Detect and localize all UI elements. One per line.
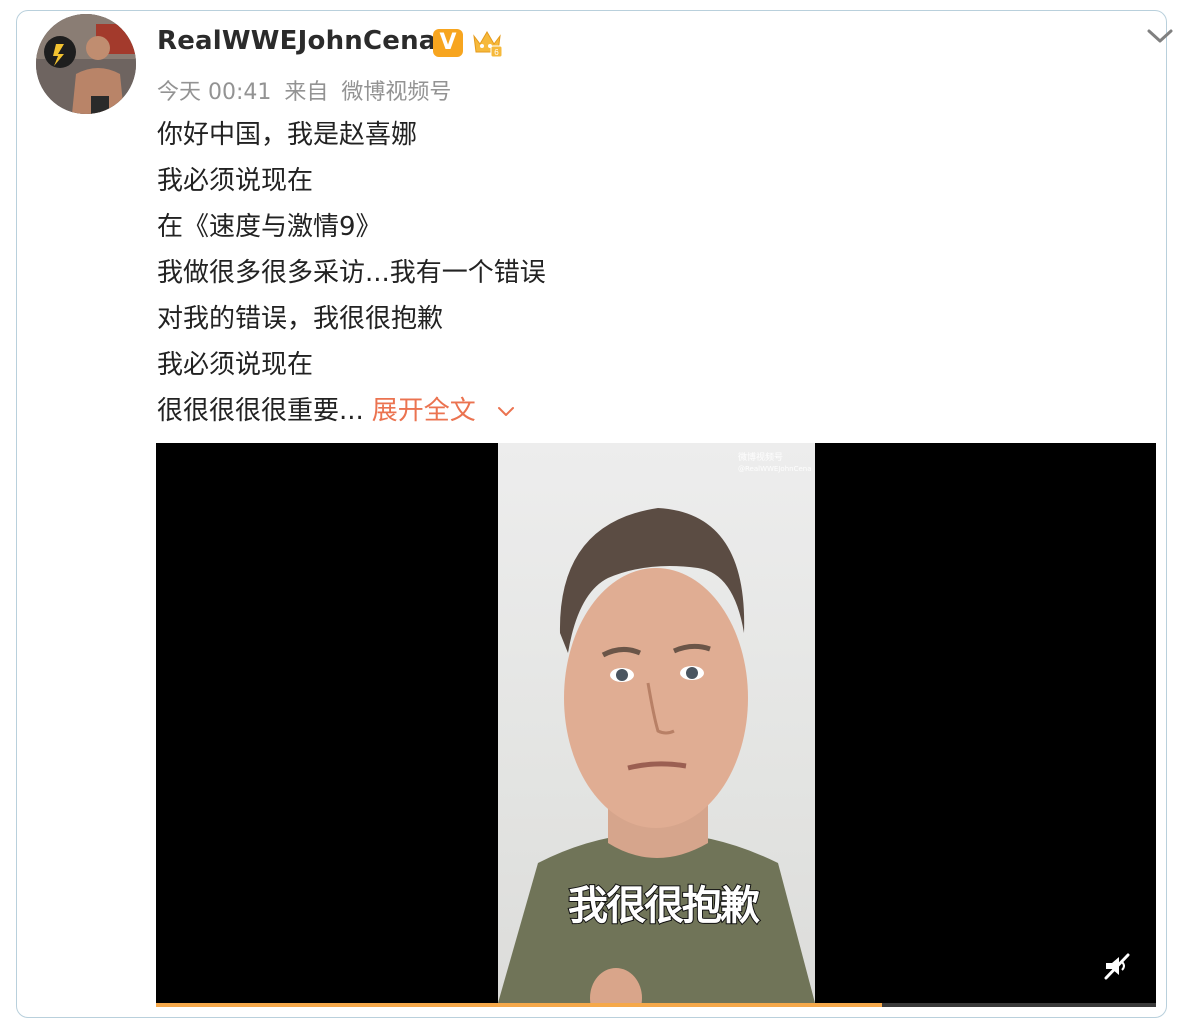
post-line: 对我的错误，我很很抱歉 [157,304,444,334]
source-prefix: 来自 [284,80,329,105]
volume-muted-icon[interactable] [1102,951,1132,981]
post-text: 你好中国，我是赵喜娜 我必须说现在 在《速度与激情9》 我做很多很多采访...我… [157,112,546,434]
svg-text:6: 6 [494,48,499,57]
video-watermark: 微博视频号 @RealWWEJohnCena [738,453,812,475]
video-frame: 微博视频号 @RealWWEJohnCena 我很很抱歉 [498,443,815,1003]
video-player[interactable]: 微博视频号 @RealWWEJohnCena 我很很抱歉 [156,443,1156,1007]
post-line: 在《速度与激情9》 [157,212,382,242]
post-line: 很很很很很重要... [157,396,364,426]
post-line: 我必须说现在 [157,166,314,196]
watermark-handle: @RealWWEJohnCena [738,465,812,473]
post-line: 我必须说现在 [157,350,314,380]
expand-full-text-link[interactable]: 展开全文 [372,396,476,426]
video-subtitle: 我很很抱歉 [567,882,761,930]
video-progress-fill [156,1003,882,1007]
post-meta: 今天 00:41 来自 微博视频号 [157,74,457,106]
post-line: 你好中国，我是赵喜娜 [157,120,418,150]
crown-icon[interactable]: 6 [471,28,503,58]
chevron-down-icon[interactable] [1145,23,1175,49]
post-line-last: 很很很很很重要... 展开全文 [157,388,546,434]
verified-badge[interactable]: V [433,29,463,57]
avatar[interactable] [36,14,136,114]
post-source[interactable]: 微博视频号 [341,80,451,105]
post-time[interactable]: 今天 00:41 [157,80,271,105]
username[interactable]: RealWWEJohnCena [157,26,437,56]
expand-chevron-icon[interactable] [496,405,516,419]
post-line: 我做很多很多采访...我有一个错误 [157,258,546,288]
watermark-brand: 微博视频号 [738,453,784,463]
